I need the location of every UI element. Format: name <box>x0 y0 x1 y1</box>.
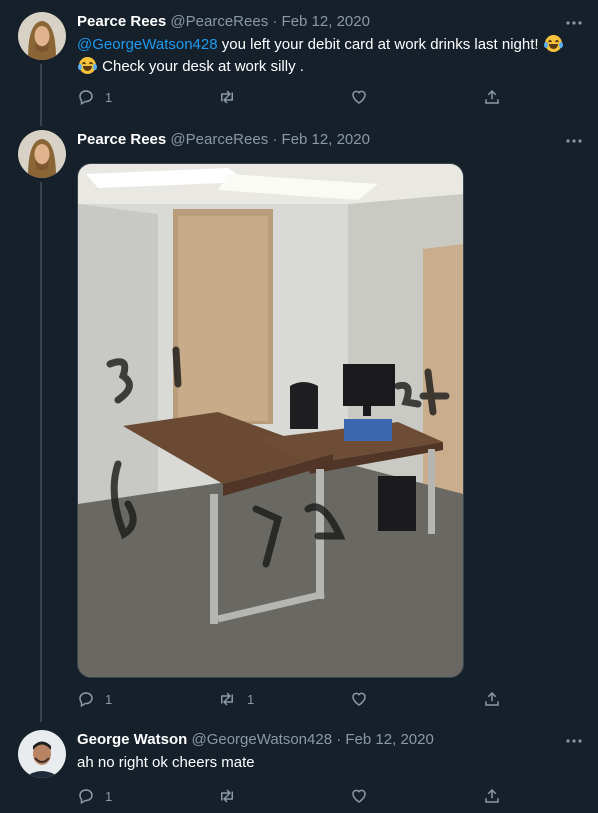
like-button[interactable] <box>350 786 378 806</box>
tweet-text-part: you left your debit card at work drinks … <box>217 36 543 53</box>
tears-of-joy-emoji <box>543 35 563 52</box>
office-photo <box>78 164 463 677</box>
share-icon <box>485 691 499 706</box>
thread-line <box>40 64 42 126</box>
like-button[interactable] <box>350 87 378 107</box>
tweet-date[interactable]: Feb 12, 2020 <box>282 13 370 30</box>
reply-count: 1 <box>105 89 113 105</box>
reply-count: 1 <box>105 691 113 707</box>
retweet-icon <box>221 789 233 803</box>
heart-icon <box>352 90 366 104</box>
more-options-icon[interactable] <box>564 731 584 751</box>
tweet-1[interactable]: Pearce Rees @PearceRees · Feb 12, 2020 @… <box>0 0 598 126</box>
share-button[interactable] <box>483 689 501 709</box>
separator: · <box>336 731 342 748</box>
heart-icon <box>352 789 366 803</box>
share-icon <box>485 89 499 104</box>
reply-icon <box>79 789 93 805</box>
retweet-icon <box>221 692 233 706</box>
reply-icon <box>79 90 93 106</box>
tweet-text: ah no right ok cheers mate <box>77 754 255 771</box>
author-handle[interactable]: @PearceRees <box>170 13 268 30</box>
author-name[interactable]: George Watson <box>77 731 187 748</box>
thread-line <box>40 182 42 722</box>
reply-button[interactable]: 1 <box>77 689 112 709</box>
more-options-icon[interactable] <box>564 13 584 33</box>
author-name[interactable]: Pearce Rees <box>77 131 166 148</box>
reply-button[interactable]: 1 <box>77 87 112 107</box>
tweet-date[interactable]: Feb 12, 2020 <box>345 731 433 748</box>
more-options-icon[interactable] <box>564 131 584 151</box>
mention-link[interactable]: @GeorgeWatson428 <box>77 36 218 53</box>
avatar[interactable] <box>18 130 66 178</box>
tweet-3[interactable]: George Watson @GeorgeWatson428 · Feb 12,… <box>0 718 598 813</box>
share-button[interactable] <box>483 786 501 806</box>
retweet-button[interactable] <box>217 87 247 107</box>
action-bar: 1 <box>77 786 517 806</box>
reply-count: 1 <box>105 788 113 804</box>
retweet-count: 1 <box>247 691 255 707</box>
author-name[interactable]: Pearce Rees <box>77 13 166 30</box>
share-button[interactable] <box>483 87 501 107</box>
tweet-text-part: Check your desk at work silly . <box>98 58 304 75</box>
action-bar: 1 <box>77 87 517 107</box>
like-button[interactable] <box>350 689 378 709</box>
reply-icon <box>79 692 93 708</box>
heart-icon <box>352 692 366 706</box>
tweet-text: @GeorgeWatson428 you left your debit car… <box>77 34 577 78</box>
action-bar: 1 1 <box>77 689 517 709</box>
author-handle[interactable]: @PearceRees <box>170 131 268 148</box>
retweet-button[interactable] <box>217 786 247 806</box>
avatar[interactable] <box>18 730 66 778</box>
retweet-button[interactable]: 1 <box>217 689 254 709</box>
avatar[interactable] <box>18 12 66 60</box>
separator: · <box>272 13 278 30</box>
retweet-icon <box>221 90 233 104</box>
separator: · <box>272 131 278 148</box>
reply-button[interactable]: 1 <box>77 786 112 806</box>
tweet-photo[interactable] <box>77 163 464 678</box>
tweet-date[interactable]: Feb 12, 2020 <box>282 131 370 148</box>
author-handle[interactable]: @GeorgeWatson428 <box>191 731 332 748</box>
share-icon <box>485 788 499 803</box>
tears-of-joy-emoji <box>78 57 97 74</box>
